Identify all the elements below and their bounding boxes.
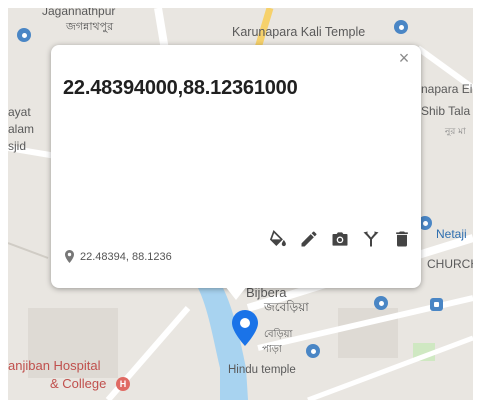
map-label-shib-tala-bn: নুর মা: [445, 127, 466, 137]
poi-kali-temple-icon[interactable]: [394, 20, 408, 34]
fill-color-button[interactable]: [267, 228, 289, 250]
map-label-bijbera-sub2-bn: পাড়া: [262, 344, 282, 355]
map-marker-icon[interactable]: [232, 310, 258, 346]
route-button[interactable]: [360, 228, 382, 250]
map-label-church: CHURCH: [427, 257, 473, 271]
map-label-jagannathpur: Jagannathpur: [42, 8, 116, 18]
coordinates-footer: 22.48394, 88.1236: [65, 250, 172, 263]
poi-transit-icon[interactable]: [430, 298, 443, 311]
map-label-ayat: ayat: [8, 105, 31, 119]
map-label-bijbera-bn: জবেড়িয়া: [264, 300, 309, 314]
close-button[interactable]: ×: [395, 49, 413, 67]
camera-icon: [332, 232, 348, 246]
map-label-alam: alam: [8, 122, 35, 136]
poi-hospital-icon[interactable]: H: [116, 377, 130, 391]
map-label-karunapara-kali-temple: Karunapara Kali Temple: [232, 25, 366, 39]
poi-jagannathpur-icon[interactable]: [17, 28, 31, 42]
camera-button[interactable]: [329, 228, 351, 250]
delete-button[interactable]: [391, 228, 413, 250]
map-label-jagannathpur-bn: জগন্নাথপুর: [66, 20, 114, 33]
info-window: × 22.48394000,88.12361000 22.48394, 88.1…: [51, 45, 421, 288]
coordinates-title: 22.48394000,88.12361000: [63, 77, 298, 99]
map-label-sanjiban-college: & College: [50, 376, 107, 391]
map-label-sjid: sjid: [8, 139, 27, 153]
fill-color-icon: [269, 229, 286, 247]
poi-bijbera-icon[interactable]: [374, 296, 388, 310]
poi-hindu-temple-icon[interactable]: [306, 344, 320, 358]
info-window-tail: [225, 286, 247, 300]
edit-button[interactable]: [298, 228, 320, 250]
map-label-sanjiban-hospital: anjiban Hospital: [8, 358, 101, 373]
map-label-napara: napara Ei: [421, 82, 473, 96]
delete-icon: [396, 231, 408, 247]
route-icon: [363, 231, 379, 247]
coordinates-short: 22.48394, 88.1236: [80, 250, 172, 263]
map-label-netaji: Netaji: [436, 227, 467, 241]
map-label-hindu-temple: Hindu temple: [228, 364, 296, 376]
edit-icon: [301, 231, 317, 247]
map-label-shib-tala: Shib Tala: [421, 104, 471, 118]
location-pin-icon: [65, 250, 74, 263]
action-toolbar: [267, 228, 413, 250]
